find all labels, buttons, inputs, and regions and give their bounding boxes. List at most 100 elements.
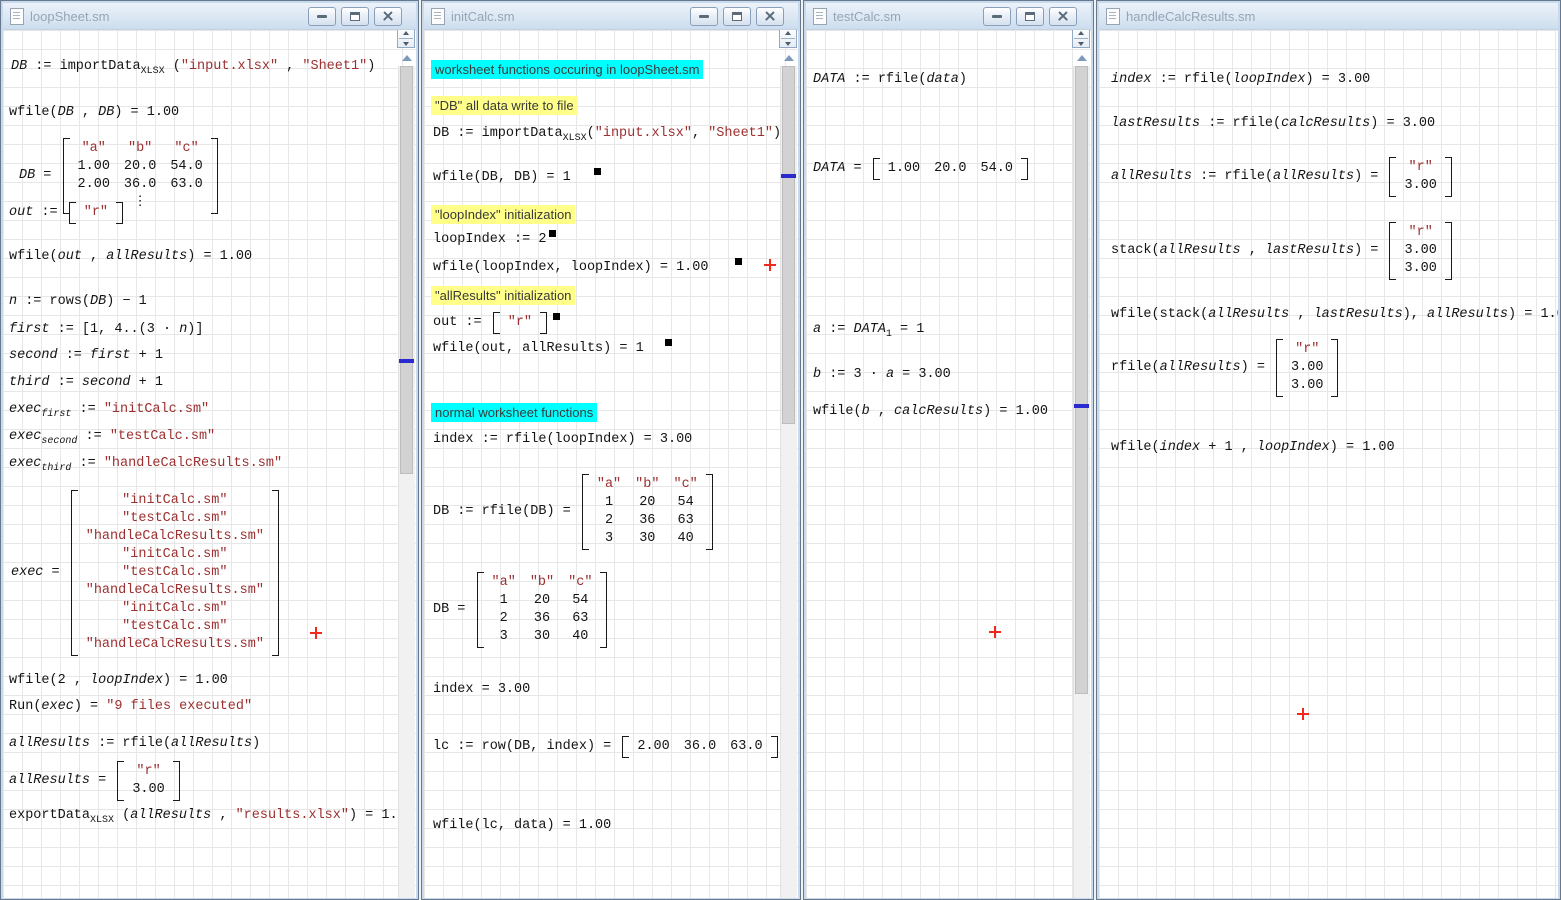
math-region[interactable]: allResults = "r"3.00 — [9, 761, 183, 801]
insertion-cursor — [989, 626, 1001, 638]
restore-button[interactable] — [723, 7, 751, 26]
math-region[interactable]: lastResults := rfile(calcResults) = 3.00 — [1111, 115, 1435, 133]
window-title: initCalc.sm — [451, 9, 515, 24]
scrollbar-thumb[interactable] — [1075, 66, 1088, 694]
scroll-up-arrow[interactable] — [1074, 50, 1090, 65]
math-region[interactable]: wfile(2 , loopIndex) = 1.00 — [9, 672, 228, 690]
window-handlecalcresults: handleCalcResults.sm index := rfile(loop… — [1096, 0, 1561, 900]
math-region[interactable]: exec = "initCalc.sm""testCalc.sm""handle… — [11, 490, 282, 656]
vertical-scrollbar[interactable] — [780, 66, 797, 898]
titlebar-initcalc[interactable]: initCalc.sm — [424, 3, 798, 30]
text-region[interactable]: "loopIndex" initialization — [431, 205, 575, 224]
math-region[interactable]: wfile(stack(allResults , lastResults), a… — [1111, 306, 1558, 324]
math-region[interactable]: DATA = 1.0020.054.0 — [813, 158, 1031, 180]
close-button[interactable] — [374, 7, 402, 26]
vertical-scrollbar[interactable] — [1073, 66, 1090, 898]
close-button[interactable] — [1049, 7, 1077, 26]
math-region[interactable]: second := first + 1 — [9, 347, 163, 365]
math-region[interactable]: loopIndex := 2 — [433, 231, 556, 249]
vertical-scrollbar[interactable] — [398, 66, 415, 898]
minimize-button[interactable] — [690, 7, 718, 26]
math-region[interactable]: DATA := rfile(data) — [813, 71, 967, 89]
worksheet-canvas[interactable]: DB := importDataXLSX ("input.xlsx" , "Sh… — [3, 30, 416, 898]
worksheet-canvas[interactable]: worksheet functions occuring in loopShee… — [424, 30, 798, 898]
titlebar-loopsheet[interactable]: loopSheet.sm — [3, 3, 416, 30]
text-region[interactable]: worksheet functions occuring in loopShee… — [431, 60, 703, 79]
placeholder-square — [549, 230, 556, 237]
matrix-value: "r"3.00 — [1389, 157, 1451, 197]
math-region[interactable]: DB := rfile(DB) = "a""b""c"1205423663330… — [433, 474, 716, 550]
window-title: loopSheet.sm — [30, 9, 110, 24]
worksheet-canvas[interactable]: DATA := rfile(data) DATA = 1.0020.054.0 a … — [806, 30, 1091, 898]
matrix-value: 2.0036.063.0 — [622, 736, 777, 758]
math-region[interactable]: execfirst := "initCalc.sm" — [9, 401, 209, 419]
matrix-value: "r"3.003.00 — [1389, 222, 1451, 280]
worksheet-canvas[interactable]: index := rfile(loopIndex) = 3.00 lastResu… — [1099, 30, 1558, 898]
document-icon — [431, 8, 445, 25]
minimize-icon — [992, 15, 1002, 18]
math-region[interactable]: wfile(DB , DB) = 1.00 — [9, 104, 179, 122]
math-region[interactable]: wfile(lc, data) = 1.00 — [433, 817, 611, 835]
math-region[interactable]: Run(exec) = "9 files executed" — [9, 698, 252, 716]
math-region[interactable]: a := DATA1 = 1 — [813, 321, 924, 339]
math-region[interactable]: DB := importDataXLSX ("input.xlsx" , "Sh… — [11, 58, 375, 76]
split-control[interactable] — [1072, 30, 1090, 48]
math-region[interactable]: allResults := rfile(allResults) = "r"3.0… — [1111, 157, 1455, 197]
restore-button[interactable] — [341, 7, 369, 26]
math-region[interactable]: wfile(out , allResults) = 1.00 — [9, 248, 252, 266]
minimize-icon — [699, 15, 709, 18]
math-region[interactable]: wfile(loopIndex, loopIndex) = 1.00 — [433, 259, 742, 277]
close-icon — [764, 11, 776, 22]
split-control[interactable] — [779, 30, 797, 48]
matrix-value: 1.0020.054.0 — [873, 158, 1028, 180]
insertion-cursor — [764, 259, 776, 271]
titlebar-handlecalcresults[interactable]: handleCalcResults.sm — [1099, 3, 1558, 30]
math-region[interactable]: wfile(out, allResults) = 1 — [433, 340, 672, 358]
scrollbar-thumb[interactable] — [400, 66, 413, 474]
math-region[interactable]: rfile(allResults) = "r"3.003.00 — [1111, 339, 1341, 397]
math-region[interactable]: wfile(index + 1 , loopIndex) = 1.00 — [1111, 439, 1395, 457]
minimize-icon — [317, 15, 327, 18]
matrix-value: "a""b""c"120542366333040 — [477, 572, 608, 648]
scroll-up-arrow[interactable] — [781, 50, 797, 65]
text-region[interactable]: "allResults" initialization — [431, 286, 575, 305]
math-region[interactable]: lc := row(DB, index) = 2.0036.063.0 — [433, 736, 781, 758]
split-control[interactable] — [397, 30, 415, 48]
restore-icon — [350, 12, 360, 21]
math-region[interactable]: out := "r" — [9, 202, 126, 224]
math-region[interactable]: b := 3 · a = 3.00 — [813, 366, 951, 384]
math-region[interactable]: stack(allResults , lastResults) = "r"3.0… — [1111, 222, 1455, 280]
scroll-up-arrow[interactable] — [399, 50, 415, 65]
math-region[interactable]: allResults := rfile(allResults) — [9, 735, 260, 753]
math-region[interactable]: index := rfile(loopIndex) = 3.00 — [1111, 71, 1370, 89]
math-region[interactable]: first := [1, 4..(3 · n)] — [9, 321, 204, 339]
math-region[interactable]: execthird := "handleCalcResults.sm" — [9, 455, 282, 473]
placeholder-square — [665, 339, 672, 346]
restore-button[interactable] — [1016, 7, 1044, 26]
close-button[interactable] — [756, 7, 784, 26]
math-region[interactable]: third := second + 1 — [9, 374, 163, 392]
math-region[interactable]: exportDataXLSX (allResults , "results.xl… — [9, 807, 414, 825]
titlebar-testcalc[interactable]: testCalc.sm — [806, 3, 1091, 30]
mdi-workspace: loopSheet.sm DB := importDataXLSX ("inpu… — [0, 0, 1561, 851]
scroll-position-marker — [399, 359, 414, 363]
minimize-button[interactable] — [308, 7, 336, 26]
math-region[interactable]: wfile(DB, DB) = 1 — [433, 169, 601, 187]
text-region[interactable]: "DB" all data write to file — [431, 96, 578, 115]
math-region[interactable]: n := rows(DB) − 1 — [9, 293, 147, 311]
scrollbar-thumb[interactable] — [782, 66, 795, 424]
minimize-button[interactable] — [983, 7, 1011, 26]
math-region[interactable]: execsecond := "testCalc.sm" — [9, 428, 215, 446]
math-region[interactable]: DB = "a""b""c"120542366333040 — [433, 572, 610, 648]
restore-icon — [1025, 12, 1035, 21]
window-title: handleCalcResults.sm — [1126, 9, 1255, 24]
document-icon — [10, 8, 24, 25]
text-region[interactable]: normal worksheet functions — [431, 403, 597, 422]
window-testcalc: testCalc.sm DATA := rfile(data) DATA = 1.… — [803, 0, 1094, 900]
math-region[interactable]: index := rfile(loopIndex) = 3.00 — [433, 431, 692, 449]
math-region[interactable]: wfile(b , calcResults) = 1.00 — [813, 403, 1048, 421]
math-region[interactable]: DB := importDataXLSX("input.xlsx", "Shee… — [433, 125, 791, 143]
math-region[interactable]: index = 3.00 — [433, 681, 530, 699]
window-initcalc: initCalc.sm worksheet functions occuring… — [421, 0, 801, 900]
math-region[interactable]: out := "r" — [433, 312, 560, 334]
